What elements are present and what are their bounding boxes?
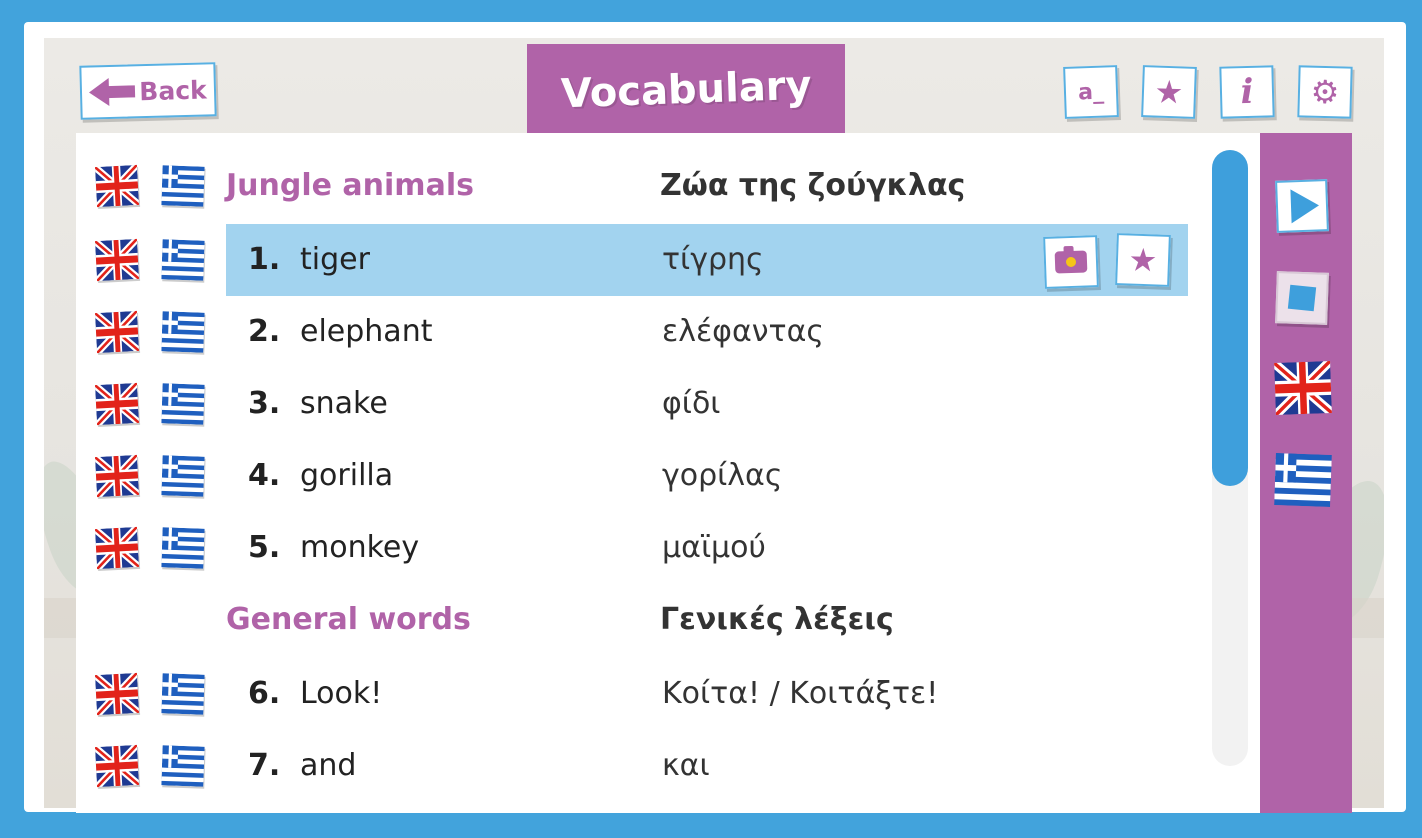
category-title-greek: Ζώα της ζούγκλας [660, 168, 966, 203]
back-button-label: Back [138, 74, 208, 106]
settings-button[interactable]: ⚙ [1297, 65, 1353, 119]
play-english-button[interactable] [94, 454, 140, 498]
play-english-button[interactable] [94, 238, 140, 282]
category-title-english: General words [226, 602, 471, 637]
uk-flag-icon [1272, 356, 1334, 420]
greek-flag-icon [161, 455, 205, 497]
word-greek: τίγρης [662, 242, 764, 277]
greek-flag-icon [161, 239, 205, 281]
word-greek: φίδι [662, 386, 721, 421]
greek-flag-icon [161, 673, 205, 715]
info-button[interactable]: i [1219, 65, 1275, 119]
gear-icon: ⚙ [1310, 72, 1340, 112]
word-greek: ελέφαντας [662, 314, 824, 349]
word-english: and [300, 748, 357, 783]
play-english-button[interactable] [94, 744, 140, 788]
play-greek-button[interactable] [161, 745, 205, 787]
stop-button[interactable] [1275, 271, 1329, 325]
camera-button[interactable] [1043, 235, 1099, 289]
category-title-greek: Γενικές λέξεις [660, 602, 894, 637]
english-audio-button[interactable] [1272, 356, 1334, 420]
uk-flag-icon [94, 744, 140, 788]
play-greek-button[interactable] [161, 527, 205, 569]
back-button[interactable]: Back [79, 62, 217, 120]
word-number: 2. [248, 314, 281, 349]
greek-flag-icon [1274, 453, 1332, 507]
play-button[interactable] [1275, 179, 1329, 233]
word-english: monkey [300, 530, 420, 565]
letter-a-icon: a_ [1077, 79, 1105, 105]
word-row[interactable]: 7. and και [0, 744, 1200, 838]
greek-flag-icon [161, 311, 205, 353]
word-number: 6. [248, 676, 281, 711]
word-english: gorilla [300, 458, 394, 493]
play-greek-button[interactable] [161, 673, 205, 715]
play-greek-button[interactable] [161, 239, 205, 281]
uk-flag-icon [94, 672, 140, 716]
category-title-english: Jungle animals [226, 168, 474, 203]
greek-flag-icon [161, 165, 205, 207]
play-english-button[interactable] [94, 526, 140, 570]
play-english-button[interactable] [94, 382, 140, 426]
word-greek: μαϊμού [662, 530, 766, 565]
play-english-button[interactable] [94, 310, 140, 354]
word-number: 7. [248, 748, 281, 783]
word-english: elephant [300, 314, 433, 349]
back-arrow-icon [89, 77, 138, 106]
word-row[interactable]: 5. monkey μαϊμού [0, 526, 1200, 620]
word-english: tiger [300, 242, 370, 277]
uk-flag-icon [94, 238, 140, 282]
word-greek: Κοίτα! / Κοιτάξτε! [662, 676, 939, 711]
greek-flag-icon [161, 745, 205, 787]
play-icon [1290, 188, 1320, 224]
uk-flag-icon [94, 164, 140, 208]
letter-a-button[interactable]: a_ [1063, 65, 1119, 119]
play-greek-button[interactable] [161, 311, 205, 353]
word-english: Look! [300, 676, 383, 711]
word-number: 3. [248, 386, 281, 421]
play-greek-button[interactable] [161, 455, 205, 497]
greek-flag-icon [161, 383, 205, 425]
greek-flag-icon [161, 527, 205, 569]
play-english-button[interactable] [94, 164, 140, 208]
word-number: 1. [248, 242, 281, 277]
info-icon: i [1240, 71, 1254, 113]
word-number: 4. [248, 458, 281, 493]
stop-icon [1287, 284, 1317, 312]
uk-flag-icon [94, 454, 140, 498]
word-number: 5. [248, 530, 281, 565]
uk-flag-icon [94, 382, 140, 426]
favorite-word-button[interactable]: ★ [1115, 233, 1171, 287]
word-greek: γορίλας [662, 458, 783, 493]
word-greek: και [662, 748, 710, 783]
play-greek-button[interactable] [161, 383, 205, 425]
star-icon: ★ [1128, 240, 1158, 280]
greek-audio-button[interactable] [1274, 453, 1332, 507]
uk-flag-icon [94, 526, 140, 570]
uk-flag-icon [94, 310, 140, 354]
play-english-button[interactable] [94, 672, 140, 716]
page-title: Vocabulary [559, 62, 813, 118]
camera-icon [1054, 250, 1088, 274]
favorites-button[interactable]: ★ [1141, 65, 1197, 119]
scrollbar-thumb[interactable] [1212, 150, 1248, 486]
page-title-tab: Vocabulary [527, 44, 845, 136]
play-greek-button[interactable] [161, 165, 205, 207]
star-icon: ★ [1154, 72, 1184, 112]
word-english: snake [300, 386, 388, 421]
